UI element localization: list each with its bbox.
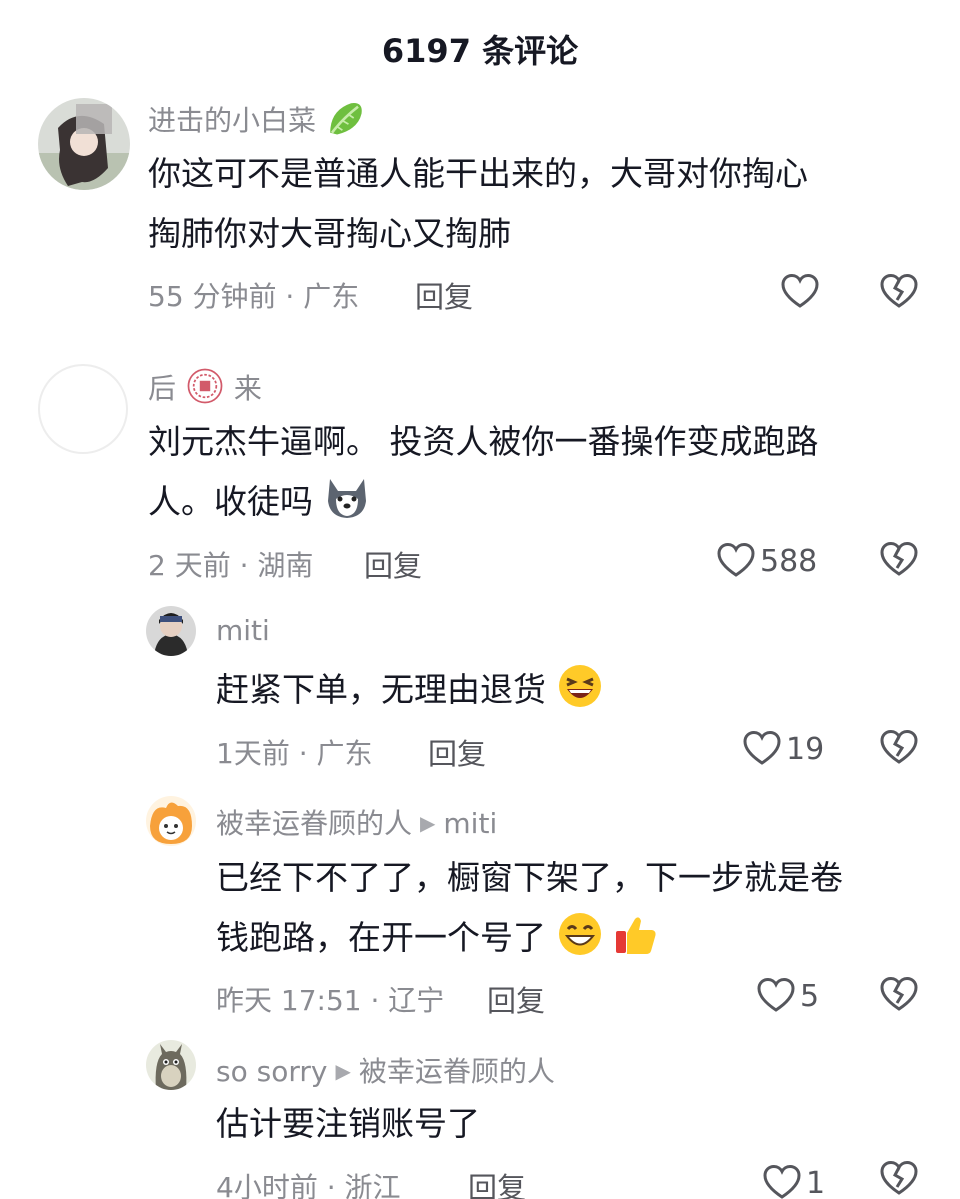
broken-heart-icon[interactable] <box>879 728 919 768</box>
avatar[interactable] <box>38 364 128 454</box>
husky-emoji <box>327 479 366 518</box>
comment-text: 赶紧下单，无理由退货 <box>216 660 603 720</box>
like-button[interactable]: 588 <box>716 539 817 583</box>
heart-icon <box>743 730 781 765</box>
comment-meta: 55 分钟前 · 广东 <box>148 280 360 313</box>
like-button[interactable]: 1 <box>762 1161 825 1199</box>
thumbs-up-emoji <box>616 917 656 954</box>
comment-text: 已经下不了了，橱窗下架了，下一步就是卷 钱跑路，在开一个号了 <box>216 858 843 957</box>
comment-username[interactable]: 进击的小白菜 <box>148 98 365 139</box>
grin-emoji <box>558 913 601 955</box>
like-count: 1 <box>806 1165 826 1199</box>
reply-arrow-icon: ▶ <box>335 1059 351 1083</box>
avatar[interactable] <box>146 606 196 656</box>
broken-heart-icon[interactable] <box>879 975 919 1015</box>
reply-button[interactable]: 回复 <box>487 978 545 1020</box>
like-count: 588 <box>760 543 818 579</box>
laughing-emoji <box>558 665 601 707</box>
seal-emoji <box>187 368 223 404</box>
lettuce-emoji <box>330 103 362 135</box>
heart-icon <box>717 542 755 577</box>
comment-meta: 4小时前 · 浙江 <box>216 1171 401 1199</box>
heart-icon <box>763 1164 801 1199</box>
reply-button[interactable]: 回复 <box>428 731 486 773</box>
broken-heart-icon[interactable] <box>879 272 919 312</box>
comment-text: 你这可不是普通人能干出来的，大哥对你掏心 掏肺你对大哥掏心又掏肺 <box>148 154 808 253</box>
like-button[interactable]: 19 <box>742 727 824 771</box>
comment-text: 估计要注销账号了 <box>216 1104 480 1143</box>
comment-username[interactable]: so sorry ▶ 被幸运眷顾的人 <box>216 1050 555 1090</box>
reply-arrow-icon: ▶ <box>420 811 436 835</box>
reply-button[interactable]: 回复 <box>364 543 422 585</box>
reply-button[interactable]: 回复 <box>415 274 473 316</box>
avatar[interactable] <box>38 98 130 190</box>
like-count: 5 <box>800 978 820 1014</box>
comment-meta: 1天前 · 广东 <box>216 737 373 770</box>
comment-username[interactable]: 被幸运眷顾的人 ▶ miti <box>216 802 497 842</box>
comments-header: 6197 条评论 <box>0 0 960 100</box>
avatar[interactable] <box>146 796 196 846</box>
like-button[interactable] <box>780 270 824 314</box>
comment-username[interactable]: 后 来 <box>148 366 262 407</box>
avatar[interactable] <box>146 1040 196 1090</box>
reply-button[interactable]: 回复 <box>468 1165 526 1199</box>
comment-meta: 昨天 17:51 · 辽宁 <box>216 984 445 1017</box>
like-count: 19 <box>786 731 825 767</box>
comment-text: 刘元杰牛逼啊。 投资人被你一番操作变成跑路 人。收徒吗 <box>148 422 819 521</box>
broken-heart-icon[interactable] <box>879 1159 919 1199</box>
comment-meta: 2 天前 · 湖南 <box>148 549 314 582</box>
comment-count-title: 6197 条评论 <box>381 32 579 70</box>
like-button[interactable]: 5 <box>756 974 819 1018</box>
comment-username[interactable]: miti <box>216 614 270 647</box>
broken-heart-icon[interactable] <box>879 540 919 580</box>
heart-icon <box>781 273 819 308</box>
heart-icon <box>757 977 795 1012</box>
